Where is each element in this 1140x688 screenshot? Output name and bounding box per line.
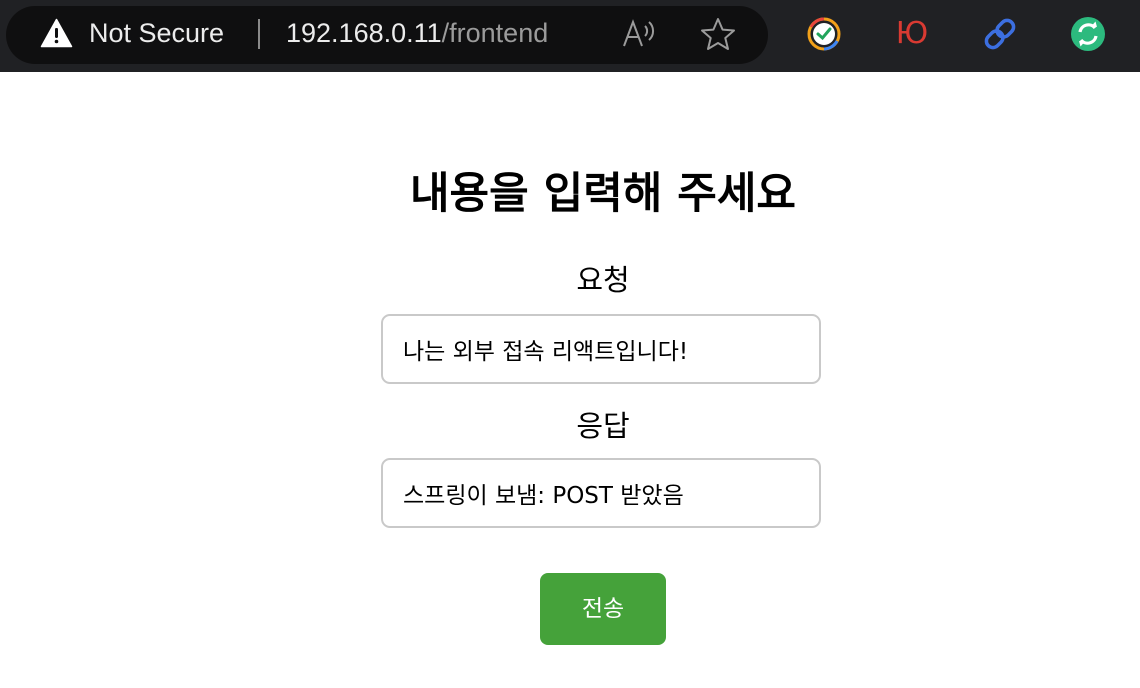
browser-toolbar: Not Secure 192.168.0.11/frontend Ю — [0, 0, 1140, 72]
submit-button[interactable]: 전송 — [540, 573, 666, 645]
address-divider — [258, 19, 260, 49]
request-label: 요청 — [576, 263, 630, 297]
star-icon[interactable] — [700, 17, 736, 51]
page-title: 내용을 입력해 주세요 — [410, 169, 796, 219]
refresh-extension-icon[interactable] — [1070, 16, 1106, 52]
request-input[interactable] — [381, 314, 821, 384]
link-extension-icon[interactable] — [982, 16, 1018, 52]
yu-extension-icon[interactable]: Ю — [890, 14, 934, 51]
read-aloud-icon[interactable] — [622, 19, 656, 49]
url-host: 192.168.0.11 — [286, 18, 442, 48]
url-path: /frontend — [441, 18, 549, 48]
warning-triangle-icon[interactable] — [40, 18, 73, 48]
response-output[interactable] — [381, 458, 821, 528]
security-status-label[interactable]: Not Secure — [89, 15, 224, 51]
page-content: 내용을 입력해 주세요 요청 응답 전송 — [0, 72, 1140, 688]
clock-extension-icon[interactable] — [806, 16, 842, 52]
response-label: 응답 — [576, 409, 630, 443]
url-text[interactable]: 192.168.0.11/frontend — [286, 15, 548, 51]
